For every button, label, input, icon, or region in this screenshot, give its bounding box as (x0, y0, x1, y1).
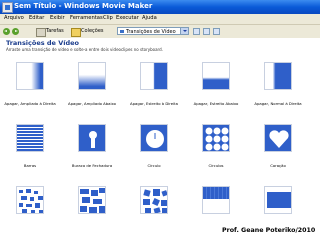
transition-tile-apagar-ampliado-direita[interactable] (16, 62, 44, 90)
fragments-icon (80, 188, 105, 213)
transition-label: Coração (270, 163, 286, 168)
circle-icon (146, 130, 164, 148)
chevron-down-icon[interactable] (180, 28, 188, 34)
collections-dropdown[interactable]: Transições de Vídeo (117, 27, 189, 35)
transition-tile-apagar-ampliado-abaixo[interactable] (78, 62, 106, 90)
new-folder-icon[interactable] (203, 28, 210, 35)
transition-tile-coracao[interactable] (264, 124, 292, 152)
transition-tile-circulo[interactable] (140, 124, 168, 152)
menu-arquivo[interactable]: Arquivo (4, 15, 24, 21)
transition-tile-flip[interactable] (264, 186, 292, 214)
transition-tile-apagar-estreito-direita[interactable] (140, 62, 168, 90)
collections-button[interactable]: Coleções (81, 27, 104, 36)
menu-clip[interactable]: Clip (103, 15, 113, 21)
collections-dropdown-value: Transições de Vídeo (126, 29, 176, 35)
menu-executar[interactable]: Executar (116, 15, 139, 21)
transition-tile-curtains[interactable] (202, 186, 230, 214)
menu-ferramentas[interactable]: Ferramentas (70, 15, 103, 21)
pixel-dissolve-icon (19, 189, 43, 213)
views-icon[interactable] (213, 28, 220, 35)
transition-label: Apagar, Estreito à Direita (130, 101, 178, 106)
tasks-button[interactable]: Tarefas (46, 27, 64, 36)
transition-tile-barras[interactable] (16, 124, 44, 152)
transition-tile-apagar-normal-direita[interactable] (264, 62, 292, 90)
transition-label: Círculos (208, 163, 224, 168)
transition-tile-circulos[interactable] (202, 124, 230, 152)
transition-label: Apagar, Ampliado Abaixo (68, 101, 116, 106)
transition-label: Círculo (147, 163, 161, 168)
transition-tile-apagar-estreito-abaixo[interactable] (202, 62, 230, 90)
toolbar: Tarefas Coleções Transições de Vídeo (0, 25, 320, 39)
menu-ajuda[interactable]: Ajuda (142, 15, 157, 21)
keyhole-icon (89, 131, 97, 148)
transition-label: Barras (23, 163, 37, 168)
window-title: Sem Título - Windows Movie Maker (14, 2, 153, 10)
back-arrow-icon[interactable] (3, 28, 10, 35)
menu-editar[interactable]: Editar (29, 15, 44, 21)
tasks-icon[interactable] (36, 28, 46, 37)
menu-bar: Arquivo Editar Exibir Ferramentas Clip E… (0, 14, 320, 25)
title-bar: Sem Título - Windows Movie Maker (0, 0, 320, 14)
transition-label: Buraco de Fechadura (71, 163, 113, 168)
forward-arrow-icon[interactable] (12, 28, 19, 35)
transition-tile-buraco-fechadura[interactable] (78, 124, 106, 152)
panel-description: Arraste uma transição de vídeo e solte-a… (6, 47, 163, 52)
author-credit: Prof. Geane Poteriko/2010 (222, 227, 316, 234)
heart-icon (269, 130, 289, 148)
transition-label: Apagar, Normal à Direita (254, 101, 302, 106)
transition-tile-dissolve[interactable] (16, 186, 44, 214)
collections-icon[interactable] (71, 28, 81, 37)
transition-label: Apagar, Estreito Abaixo (193, 101, 239, 106)
collection-icon (120, 30, 124, 33)
up-level-icon[interactable] (193, 28, 200, 35)
movie-maker-icon (2, 2, 13, 13)
transition-tile-shatter[interactable] (140, 186, 168, 214)
circles-icon (205, 127, 229, 151)
transition-label: Apagar, Ampliado à Direita (4, 101, 56, 106)
menu-exibir[interactable]: Exibir (50, 15, 65, 21)
panel-title: Transições de Vídeo (6, 39, 80, 47)
shatter-icon (143, 189, 167, 213)
transition-tile-fragments[interactable] (78, 186, 106, 214)
